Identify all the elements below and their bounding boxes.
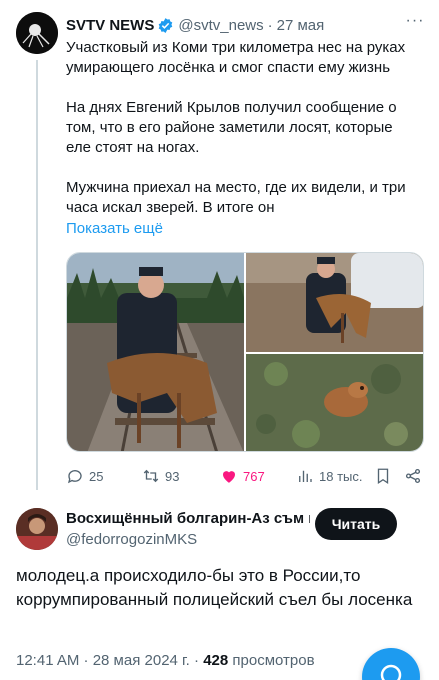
tweet-paragraph-2: На днях Евгений Крылов получил сообщение… — [66, 99, 397, 156]
reply-views-label: просмотров — [232, 652, 315, 669]
views-icon — [299, 470, 312, 482]
heart-icon — [223, 471, 235, 483]
share-icon — [405, 468, 421, 484]
author-handle[interactable]: @svtv_news — [178, 17, 263, 34]
reply-button[interactable]: 25 — [66, 466, 103, 486]
media-grid — [66, 252, 424, 452]
compose-icon — [380, 664, 402, 680]
tweet-actions: 25 93 767 18 тыс. — [66, 466, 424, 486]
reply-author-name[interactable]: Восхищённый болгарин-Аз съм в — [66, 510, 310, 527]
reply-count: 25 — [89, 468, 104, 484]
reply-text: молодец.а происходило-бы это в России,то… — [16, 566, 413, 609]
tweet-paragraph-1: Участковый из Коми три километра нес на … — [66, 39, 406, 76]
share-button[interactable] — [404, 466, 427, 486]
media-image-1[interactable] — [67, 253, 244, 452]
views-count: 18 тыс. — [319, 468, 363, 484]
repost-icon — [143, 469, 159, 483]
reply-timestamp[interactable]: 12:41 AM · 28 мая 2024 г. · — [16, 652, 199, 669]
show-more-link[interactable]: Показать ещё — [66, 220, 163, 237]
reply-avatar[interactable] — [16, 508, 58, 550]
reply-author-handle[interactable]: @fedorrogozinMKS — [66, 531, 197, 548]
bookmark-button[interactable] — [374, 466, 397, 486]
like-count: 767 — [243, 468, 265, 484]
compose-button[interactable] — [362, 648, 420, 680]
svtv-avatar[interactable] — [16, 12, 58, 54]
thread-line — [36, 60, 38, 490]
media-image-3[interactable] — [246, 354, 424, 452]
author-name[interactable]: SVTV NEWS — [66, 17, 154, 34]
follow-button[interactable]: Читать — [315, 508, 397, 540]
views-button[interactable]: 18 тыс. — [296, 466, 362, 486]
repost-button[interactable]: 93 — [142, 466, 179, 486]
bookmark-icon — [377, 468, 389, 485]
tweet-header: SVTV NEWS @svtv_news · 27 мая — [66, 14, 426, 36]
more-options-icon[interactable]: ··· — [405, 13, 425, 30]
tweet-text: Участковый из Коми три километра нес на … — [66, 38, 406, 218]
separator-dot: · — [267, 16, 273, 34]
tweet-date[interactable]: 27 мая — [277, 17, 325, 34]
media-image-2[interactable] — [246, 253, 424, 352]
verified-icon — [159, 17, 173, 33]
reply-meta: 12:41 AM · 28 мая 2024 г. · 428 просмотр… — [16, 652, 315, 669]
repost-count: 93 — [165, 468, 180, 484]
like-button[interactable]: 767 — [220, 466, 265, 486]
reply-icon — [67, 470, 82, 484]
tweet-paragraph-3: Мужчина приехал на место, где их видели,… — [66, 179, 406, 216]
reply-views-count: 428 — [203, 652, 229, 669]
